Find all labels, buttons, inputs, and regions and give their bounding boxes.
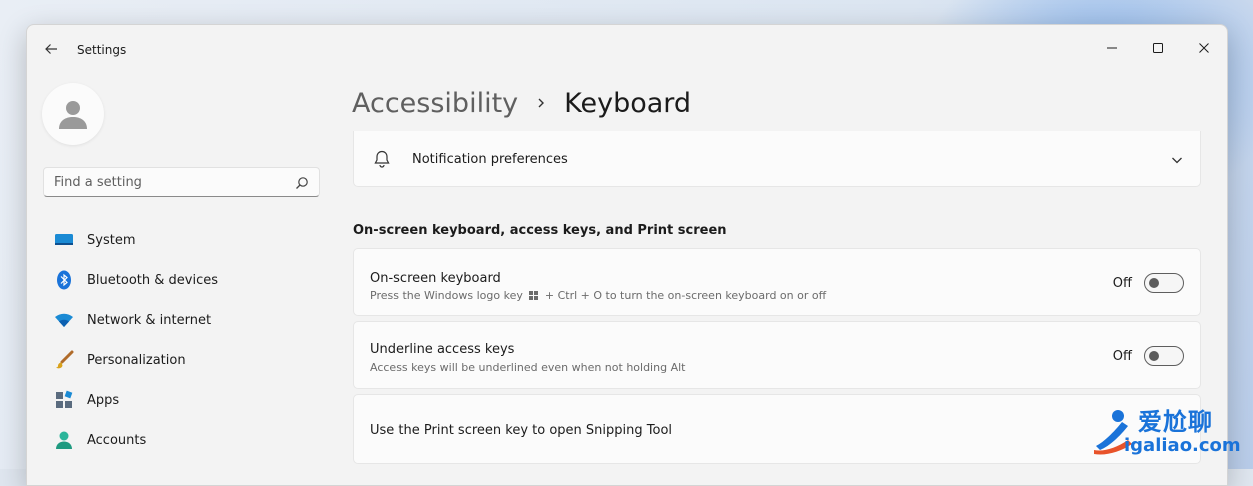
system-icon (53, 229, 75, 251)
title-bar: Settings (27, 25, 1227, 73)
back-arrow-icon (45, 44, 57, 54)
on-screen-keyboard-setting: On-screen keyboard Press the Windows log… (353, 248, 1201, 316)
chevron-down-icon[interactable] (1170, 153, 1184, 167)
sidebar-item-label: Accounts (87, 432, 147, 448)
setting-description: Press the Windows logo key + Ctrl + O to… (370, 289, 826, 302)
minimize-button[interactable] (1089, 33, 1135, 63)
setting-description: Access keys will be underlined even when… (370, 361, 686, 374)
wifi-icon (53, 309, 75, 331)
minimize-icon (1107, 47, 1117, 49)
toggle-knob (1149, 351, 1159, 361)
watermark-text-bottom: igaliao.com (1124, 435, 1241, 456)
setting-title: Underline access keys (370, 342, 515, 357)
sidebar-item-label: Apps (87, 392, 120, 408)
chevron-right-icon (534, 96, 548, 110)
watermark-text-top: 爱尬聊 (1138, 408, 1213, 436)
brush-icon (53, 349, 75, 371)
sidebar-item-label: Bluetooth & devices (87, 272, 218, 288)
user-icon (59, 101, 87, 129)
sidebar-item-system[interactable]: System (45, 222, 321, 258)
description-text-before: Press the Windows logo key (370, 289, 523, 302)
search-icon[interactable] (295, 176, 309, 190)
sidebar-item-label: System (87, 232, 136, 248)
close-icon (1199, 43, 1209, 53)
on-screen-keyboard-toggle[interactable] (1144, 273, 1184, 293)
print-screen-snipping-tool-setting: Use the Print screen key to open Snippin… (353, 394, 1201, 464)
avatar[interactable] (42, 83, 104, 145)
sidebar-item-label: Personalization (87, 352, 186, 368)
notification-preferences-label: Notification preferences (412, 152, 568, 167)
sidebar-item-accounts[interactable]: Accounts (45, 422, 321, 458)
sidebar-item-bluetooth-devices[interactable]: Bluetooth & devices (45, 262, 321, 298)
back-button[interactable] (41, 39, 61, 59)
bluetooth-icon (53, 269, 75, 291)
page-title: Keyboard (564, 87, 692, 119)
description-text-after: + Ctrl + O to turn the on-screen keyboar… (544, 289, 827, 302)
settings-window: Settings System Bluetooth & (26, 24, 1228, 486)
underline-access-keys-toggle[interactable] (1144, 346, 1184, 366)
sidebar-item-label: Network & internet (87, 312, 212, 328)
bell-icon (374, 150, 390, 168)
breadcrumb-parent[interactable]: Accessibility (352, 88, 518, 119)
search-box (43, 167, 320, 197)
underline-access-keys-setting: Underline access keys Access keys will b… (353, 321, 1201, 389)
setting-title: Use the Print screen key to open Snippin… (370, 423, 673, 438)
accounts-icon (53, 429, 75, 451)
toggle-state-label: Off (1112, 276, 1132, 291)
close-button[interactable] (1181, 33, 1227, 63)
notification-preferences-card[interactable]: Notification preferences (353, 131, 1201, 187)
app-title: Settings (77, 43, 127, 57)
windows-logo-icon (529, 291, 539, 300)
apps-icon (53, 389, 75, 411)
sidebar-item-apps[interactable]: Apps (45, 382, 321, 418)
setting-title: On-screen keyboard (370, 271, 501, 286)
maximize-button[interactable] (1135, 33, 1181, 63)
section-heading: On-screen keyboard, access keys, and Pri… (353, 223, 727, 238)
toggle-knob (1149, 278, 1159, 288)
toggle-state-label: Off (1112, 349, 1132, 364)
breadcrumb: Accessibility Keyboard (352, 83, 691, 123)
maximize-icon (1153, 43, 1163, 53)
sidebar-item-network-internet[interactable]: Network & internet (45, 302, 321, 338)
sidebar-item-personalization[interactable]: Personalization (45, 342, 321, 378)
watermark: 爱尬聊 igaliao.com (1092, 402, 1250, 464)
search-input[interactable] (44, 168, 294, 196)
